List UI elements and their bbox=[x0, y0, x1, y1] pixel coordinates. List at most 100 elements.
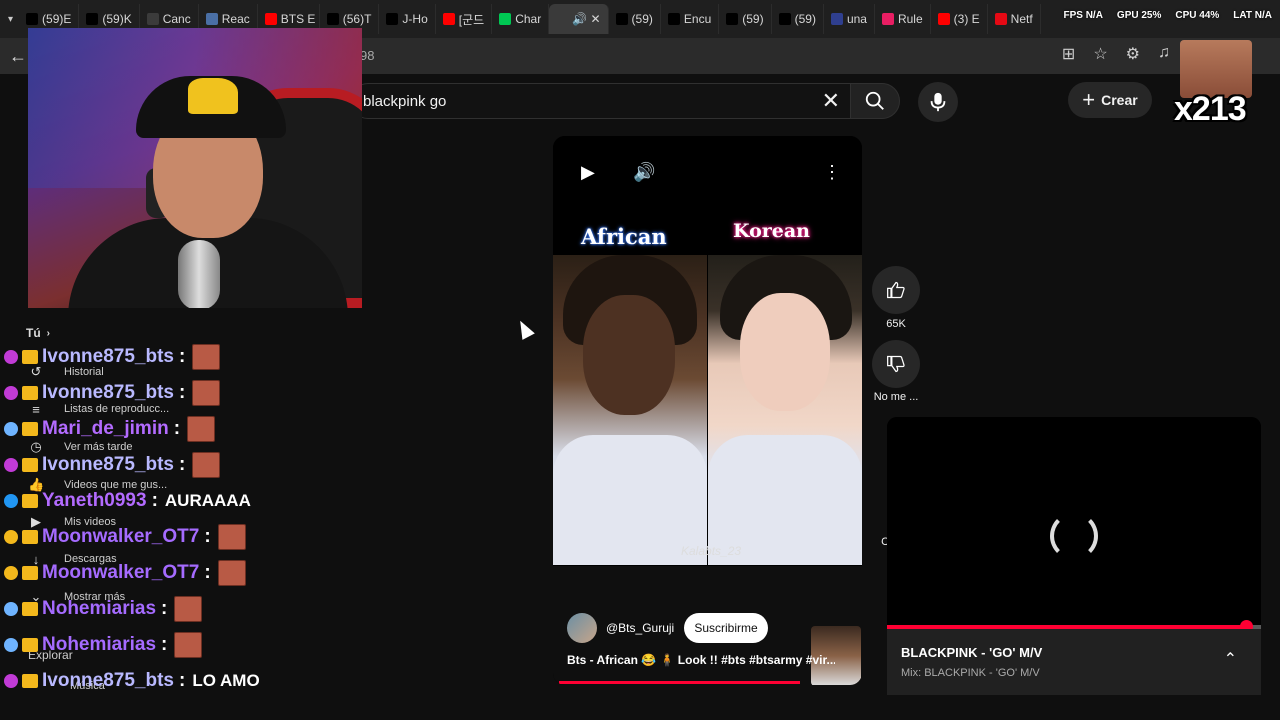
tab-favicon-icon bbox=[205, 13, 218, 25]
plus-icon: + bbox=[1082, 87, 1096, 112]
favorite-star-icon[interactable]: ☆ bbox=[1093, 44, 1107, 64]
chat-username[interactable]: Mari_de_jimin bbox=[42, 418, 169, 440]
tab-favicon-icon bbox=[264, 13, 277, 25]
chat-username[interactable]: Ivonne875_bts bbox=[42, 454, 174, 476]
volume-icon[interactable]: 🔊 bbox=[633, 162, 655, 183]
short-title[interactable]: Bts - African 😂 🧍 Look !! #bts #btsarmy … bbox=[567, 653, 835, 667]
search-button[interactable] bbox=[850, 83, 900, 119]
play-icon[interactable]: ▶ bbox=[581, 162, 595, 183]
url-text[interactable]: 98 bbox=[360, 48, 374, 63]
search-input[interactable]: blackpink go ✕ bbox=[350, 83, 850, 119]
chat-badge-icon bbox=[4, 674, 18, 688]
browser-tab[interactable]: (3) E bbox=[931, 4, 988, 34]
chat-badge-icon bbox=[4, 530, 18, 544]
chat-separator: : bbox=[204, 562, 211, 583]
thumbs-up-icon bbox=[887, 281, 905, 299]
sidebar-you[interactable]: Tú › bbox=[26, 326, 50, 340]
add-tab-group-icon[interactable]: ⊞ bbox=[1062, 44, 1075, 64]
browser-tab[interactable]: (59) bbox=[609, 4, 661, 34]
chat-username[interactable]: Nohemiarias bbox=[42, 634, 156, 656]
media-control-icon[interactable]: ♫ bbox=[1158, 44, 1170, 64]
like-button[interactable] bbox=[872, 266, 920, 314]
chat-username[interactable]: Moonwalker_OT7 bbox=[42, 562, 199, 584]
browser-tab[interactable]: (59) bbox=[719, 4, 772, 34]
tab-label: una bbox=[846, 12, 867, 26]
browser-tab[interactable]: Encu bbox=[661, 4, 720, 34]
extensions-icon[interactable]: ⚙ bbox=[1126, 44, 1140, 64]
browser-tab[interactable]: Netf bbox=[988, 4, 1041, 34]
chat-message: Moonwalker_OT7: bbox=[4, 520, 246, 554]
chat-message: Mari_de_jimin: bbox=[4, 412, 216, 446]
dislike-button[interactable] bbox=[872, 340, 920, 388]
chat-username[interactable]: Ivonne875_bts bbox=[42, 670, 174, 692]
browser-tab[interactable]: 🔊 ✕ bbox=[549, 4, 609, 34]
mini-player-subtitle: Mix: BLACKPINK - 'GO' M/V bbox=[901, 667, 1040, 679]
tab-audio-close-icon[interactable]: 🔊 ✕ bbox=[572, 12, 600, 26]
chat-message: Ivonne875_bts: LO AMO bbox=[4, 664, 260, 698]
chat-emote bbox=[174, 596, 203, 622]
chat-badge-icon bbox=[4, 638, 18, 652]
tab-label: Rule bbox=[897, 12, 923, 26]
search-query[interactable]: blackpink go bbox=[363, 93, 446, 110]
chat-separator: : bbox=[179, 670, 186, 691]
mini-player[interactable]: BLACKPINK - 'GO' M/V Mix: BLACKPINK - 'G… bbox=[887, 417, 1261, 695]
cap-logo bbox=[188, 78, 238, 114]
chat-emote bbox=[174, 632, 203, 658]
subscribe-button[interactable]: Suscribirme bbox=[684, 613, 768, 643]
browser-tab[interactable]: Rule bbox=[875, 4, 931, 34]
browser-tab[interactable]: (59) bbox=[772, 4, 824, 34]
tab-label: Netf bbox=[1010, 12, 1033, 26]
chat-username[interactable]: Nohemiarias bbox=[42, 598, 156, 620]
tab-label: (59) bbox=[631, 12, 653, 26]
chat-separator: : bbox=[161, 634, 168, 655]
chat-emote bbox=[192, 452, 221, 478]
chat-username[interactable]: Ivonne875_bts bbox=[42, 346, 174, 368]
crown-badge-icon bbox=[22, 566, 38, 580]
chat-separator: : bbox=[151, 490, 158, 511]
chat-message: Ivonne875_bts: bbox=[4, 340, 221, 374]
tab-label: [군드 bbox=[458, 12, 485, 27]
portrait-right bbox=[708, 255, 862, 565]
tab-favicon-icon bbox=[778, 13, 791, 25]
tab-list-dropdown-icon[interactable]: ▾ bbox=[8, 14, 13, 25]
chat-badge-icon bbox=[4, 458, 18, 472]
short-progress-bar[interactable] bbox=[559, 681, 801, 684]
chat-separator: : bbox=[179, 454, 186, 475]
performance-overlay: FPS N/A GPU 25% CPU 44% LAT N/A bbox=[1063, 10, 1272, 21]
browser-tab[interactable]: J-Ho bbox=[379, 4, 436, 34]
chat-separator: : bbox=[173, 418, 181, 439]
chat-text: LO AMO bbox=[192, 671, 260, 690]
browser-tab[interactable]: [군드 bbox=[436, 4, 493, 34]
tab-label: (56)T bbox=[342, 12, 372, 26]
tab-label: BTS E bbox=[280, 12, 316, 26]
chat-emote bbox=[192, 380, 221, 406]
tab-label: Char bbox=[515, 12, 542, 26]
channel-name[interactable]: @Bts_Guruji bbox=[606, 621, 674, 635]
screen: ▾ (59)E (59)K Canc Reac BTS E (56)T J-Ho [군드 Cha… bbox=[0, 0, 1280, 720]
browser-tab[interactable]: una bbox=[824, 4, 875, 34]
channel-avatar[interactable] bbox=[567, 613, 597, 643]
clear-search-icon[interactable]: ✕ bbox=[822, 88, 840, 114]
chat-badge-icon bbox=[4, 386, 18, 400]
tab-favicon-icon bbox=[499, 13, 512, 25]
chat-message: Nohemiarias: bbox=[4, 628, 203, 662]
chat-username[interactable]: Yaneth0993 bbox=[42, 490, 147, 512]
tab-favicon-icon bbox=[326, 13, 339, 25]
short-video-player[interactable]: ▶ 🔊 ⋮ African Korean Kalabts_23 @Bts_Gur… bbox=[553, 136, 862, 685]
tab-favicon-icon bbox=[146, 13, 159, 25]
chevron-up-icon[interactable]: ⌃ bbox=[1224, 649, 1237, 669]
like-count: 65K bbox=[886, 318, 906, 330]
mini-player-title[interactable]: BLACKPINK - 'GO' M/V bbox=[901, 645, 1042, 660]
tab-favicon-icon bbox=[442, 13, 455, 25]
browser-tab[interactable]: Char bbox=[492, 4, 550, 34]
mini-player-video[interactable] bbox=[887, 417, 1261, 627]
overlay-label-african: African bbox=[581, 224, 667, 249]
more-options-icon[interactable]: ⋮ bbox=[823, 162, 841, 183]
tab-favicon-icon bbox=[994, 13, 1007, 25]
chat-username[interactable]: Moonwalker_OT7 bbox=[42, 526, 199, 548]
voice-search-button[interactable] bbox=[918, 82, 958, 122]
chat-username[interactable]: Ivonne875_bts bbox=[42, 382, 174, 404]
search-icon bbox=[865, 91, 884, 110]
create-button[interactable]: + Crear bbox=[1068, 82, 1152, 118]
overlay-label-korean: Korean bbox=[733, 220, 810, 242]
